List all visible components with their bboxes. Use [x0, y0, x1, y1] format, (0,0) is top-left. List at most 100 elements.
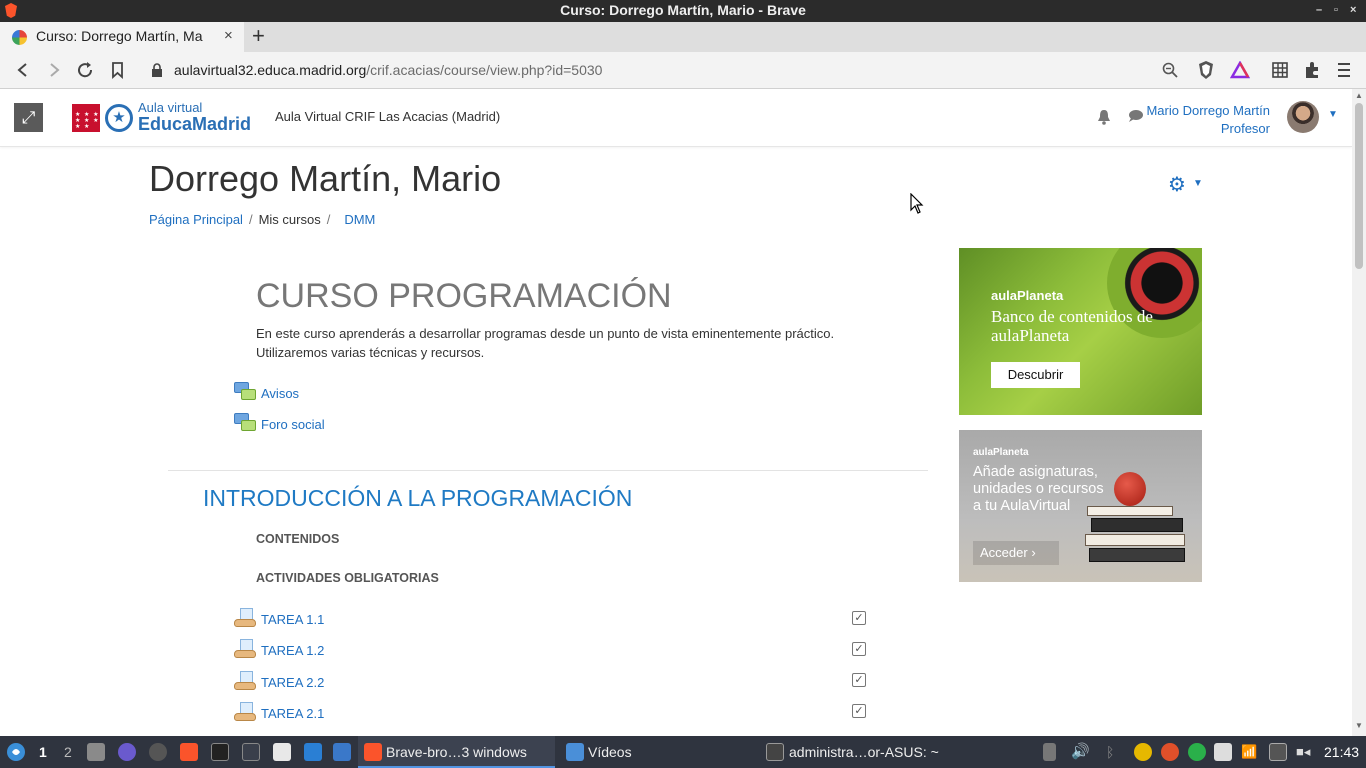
- forum-icon[interactable]: [234, 413, 256, 433]
- forum-link-social[interactable]: Foro social: [261, 417, 325, 432]
- comunidad-madrid-logo[interactable]: ★ ★ ★ ★ ★ ★ ★ ★: [72, 104, 100, 132]
- acceder-button[interactable]: Acceder ›: [973, 541, 1059, 565]
- expand-icon[interactable]: ⤢: [14, 103, 43, 132]
- network-icon[interactable]: 📶: [1241, 743, 1259, 761]
- terminal-icon: [766, 743, 784, 761]
- assignment-icon[interactable]: [234, 702, 256, 724]
- settings-app-icon[interactable]: [149, 743, 167, 761]
- display-icon[interactable]: [1269, 743, 1287, 761]
- folder-icon[interactable]: [333, 743, 351, 761]
- gear-icon[interactable]: ⚙: [1168, 172, 1186, 197]
- minimize-button[interactable]: –: [1316, 0, 1322, 21]
- reload-icon[interactable]: [75, 61, 97, 79]
- grid-icon[interactable]: [1272, 62, 1288, 78]
- site-navbar: ⤢ ★ ★ ★ ★ ★ ★ ★ ★ ★ Aula virtual EducaMadr…: [0, 89, 1352, 147]
- file-manager-icon[interactable]: [87, 743, 105, 761]
- new-tab-button[interactable]: +: [252, 23, 265, 49]
- tab-close-icon[interactable]: ×: [224, 27, 233, 44]
- ad-banner-asignaturas[interactable]: aulaPlaneta Añade asignaturas, unidades …: [959, 430, 1202, 582]
- avatar[interactable]: [1287, 101, 1319, 133]
- acceder-label: Acceder: [980, 545, 1028, 560]
- brave-launcher-icon[interactable]: [180, 743, 198, 761]
- brave-shield-icon[interactable]: [1197, 60, 1215, 80]
- update-icon[interactable]: [1161, 743, 1179, 761]
- user-name[interactable]: Mario Dorrego Martín: [1146, 103, 1270, 118]
- window-titlebar: Curso: Dorrego Martín, Mario - Brave – ▫…: [0, 0, 1366, 22]
- chat-icon[interactable]: [1128, 109, 1144, 123]
- notes-icon[interactable]: [1214, 743, 1232, 761]
- extensions-icon[interactable]: [1303, 61, 1321, 79]
- browser-tab[interactable]: Curso: Dorrego Martín, Ma ×: [0, 22, 244, 52]
- window-title: Curso: Dorrego Martín, Mario - Brave: [560, 2, 806, 18]
- ad-headline: Añade asignaturas, unidades o recursos a…: [973, 464, 1104, 514]
- volume-icon[interactable]: 🔊: [1071, 736, 1090, 768]
- chevron-down-icon[interactable]: ▼: [1193, 178, 1203, 189]
- assignment-icon[interactable]: [234, 671, 256, 693]
- clock: 21:43: [1324, 744, 1360, 760]
- screen-icon[interactable]: [242, 743, 260, 761]
- clipboard-icon[interactable]: [1043, 743, 1056, 761]
- sync-icon[interactable]: [1134, 743, 1152, 761]
- start-menu-icon[interactable]: [6, 742, 26, 762]
- text-editor-icon[interactable]: [273, 743, 291, 761]
- assignment-icon[interactable]: [234, 639, 256, 661]
- camera-icon[interactable]: ■◂: [1296, 743, 1314, 761]
- logo-subtitle[interactable]: Aula virtual: [138, 100, 202, 115]
- forum-icon[interactable]: [234, 382, 256, 402]
- eclipse-icon[interactable]: [118, 743, 136, 761]
- educamadrid-logo-icon[interactable]: ★: [105, 104, 133, 132]
- terminal-window-button[interactable]: administra…or-ASUS: ~: [763, 736, 963, 768]
- bell-icon[interactable]: [1097, 109, 1111, 125]
- bookmark-icon[interactable]: [107, 61, 129, 79]
- checkbox-icon[interactable]: ✓: [852, 642, 866, 656]
- assignment-link[interactable]: TAREA 2.2: [261, 675, 324, 690]
- breadcrumb-course[interactable]: DMM: [344, 212, 375, 227]
- forum-link-avisos[interactable]: Avisos: [261, 386, 299, 401]
- tab-strip: Curso: Dorrego Martín, Ma × +: [0, 22, 1366, 52]
- chevron-down-icon[interactable]: ▼: [1328, 109, 1338, 120]
- tab-title: Curso: Dorrego Martín, Ma: [36, 28, 203, 44]
- zoom-icon[interactable]: [1162, 62, 1178, 78]
- status-icon[interactable]: [1188, 743, 1206, 761]
- lock-icon[interactable]: [150, 62, 164, 78]
- ad-banner-contenidos[interactable]: aulaPlaneta Banco de contenidos de aulaP…: [959, 248, 1202, 415]
- section-title[interactable]: INTRODUCCIÓN A LA PROGRAMACIÓN: [203, 485, 632, 512]
- scrollbar-thumb[interactable]: [1355, 103, 1363, 269]
- videos-window-label: Vídeos: [588, 744, 632, 760]
- workspace-1[interactable]: 1: [39, 736, 47, 768]
- videos-window-button[interactable]: Vídeos: [562, 736, 692, 768]
- bluetooth-icon[interactable]: ᛒ: [1106, 743, 1124, 761]
- apple-image: [1114, 472, 1146, 506]
- maximize-button[interactable]: ▫: [1334, 0, 1338, 21]
- scroll-down-icon[interactable]: ▼: [1355, 721, 1363, 730]
- assignment-link[interactable]: TAREA 1.2: [261, 643, 324, 658]
- course-title: CURSO PROGRAMACIÓN: [256, 277, 672, 315]
- book-image: [1085, 534, 1185, 546]
- forward-icon[interactable]: [43, 61, 65, 79]
- url-text[interactable]: aulavirtual32.educa.madrid.org/crif.acac…: [174, 62, 602, 78]
- breadcrumb-separator: /: [326, 212, 331, 227]
- section-divider: [168, 470, 928, 471]
- assignment-link[interactable]: TAREA 2.1: [261, 706, 324, 721]
- monitor-app-icon[interactable]: [304, 743, 322, 761]
- workspace-2[interactable]: 2: [64, 736, 72, 768]
- breadcrumb-home[interactable]: Página Principal: [149, 212, 243, 227]
- checkbox-icon[interactable]: ✓: [852, 673, 866, 687]
- close-window-button[interactable]: ×: [1350, 0, 1356, 21]
- back-icon[interactable]: [12, 61, 34, 79]
- logo-title[interactable]: EducaMadrid: [138, 114, 251, 135]
- scroll-up-icon[interactable]: ▲: [1355, 91, 1363, 100]
- assignment-link[interactable]: TAREA 1.1: [261, 612, 324, 627]
- assignment-icon[interactable]: [234, 608, 256, 630]
- menu-icon[interactable]: [1337, 62, 1351, 78]
- page-scrollbar[interactable]: ▲ ▼: [1352, 89, 1366, 736]
- terminal-icon[interactable]: [211, 743, 229, 761]
- brave-window-button[interactable]: Brave-bro…3 windows: [358, 736, 555, 768]
- checkbox-icon[interactable]: ✓: [852, 704, 866, 718]
- ad-headline: Banco de contenidos de aulaPlaneta: [991, 307, 1153, 345]
- rewards-icon[interactable]: [1230, 61, 1250, 79]
- descubrir-button[interactable]: Descubrir: [991, 362, 1080, 388]
- course-description: En este curso aprenderás a desarrollar p…: [256, 326, 835, 360]
- site-name[interactable]: Aula Virtual CRIF Las Acacias (Madrid): [275, 109, 500, 124]
- checkbox-icon[interactable]: ✓: [852, 611, 866, 625]
